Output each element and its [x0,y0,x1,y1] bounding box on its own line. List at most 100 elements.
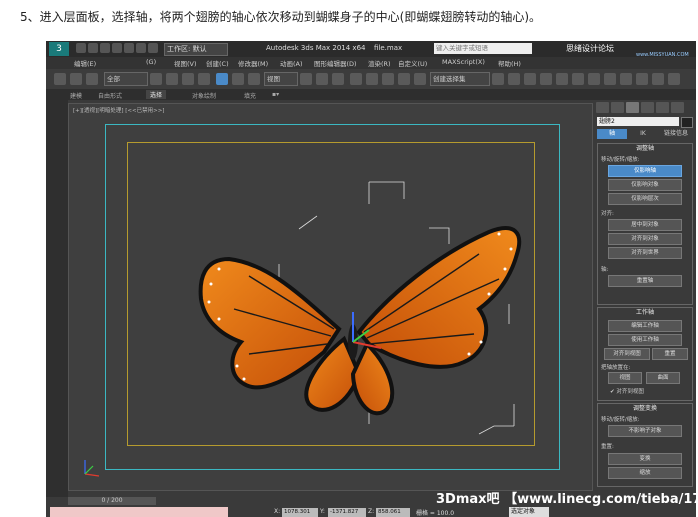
right-forewing[interactable] [356,226,522,369]
save-icon[interactable] [100,43,110,53]
affect-object-only-button[interactable]: 仅影响对象 [608,179,682,191]
link-icon[interactable] [54,73,66,85]
render-production-icon[interactable] [636,73,648,85]
align-to-view-button[interactable]: 对齐到视图 [604,348,650,360]
menu-group[interactable]: (G) [146,58,156,66]
time-slider[interactable]: 0 / 200 [68,497,156,505]
affect-pivot-only-button[interactable]: 仅影响轴 [608,165,682,177]
align-icon[interactable] [508,73,520,85]
working-pivot-title[interactable]: 工作轴 [598,308,692,317]
adjust-pivot-title[interactable]: 调整轴 [598,144,692,153]
mirror-icon[interactable] [492,73,504,85]
edit-named-sets-icon[interactable] [414,73,426,85]
select-rotate-icon[interactable] [232,73,244,85]
hierarchy-tab-icon[interactable] [626,102,639,113]
menu-graph-editors[interactable]: 图形编辑器(D) [314,58,357,68]
curve-editor-icon[interactable] [556,73,568,85]
fetch-icon[interactable] [148,43,158,53]
x-coord-field[interactable]: 1078.301 [282,508,318,517]
menu-maxscript[interactable]: MAXScript(X) [442,58,485,66]
select-move-icon[interactable] [216,73,228,85]
keyboard-shortcut-icon[interactable] [332,73,344,85]
reset-transform-button[interactable]: 变换 [608,453,682,465]
snap-toggle-icon[interactable] [350,73,362,85]
window-crossing-icon[interactable] [198,73,210,85]
reset-scale-button[interactable]: 缩放 [608,467,682,479]
key-filter-dropdown[interactable]: 选定对象 [509,507,549,517]
use-working-pivot-button[interactable]: 使用工作轴 [608,334,682,346]
link-info-subtab[interactable]: 链接信息 [659,129,693,139]
ribbon-tab-freeform[interactable]: 自由形式 [98,91,122,100]
modify-tab-icon[interactable] [611,102,624,113]
menu-rendering[interactable]: 渲染(R) [368,58,391,68]
named-selection-dropdown[interactable]: 创建选择集 [430,72,490,86]
align-to-world-button[interactable]: 对齐到世界 [608,247,682,259]
menu-views[interactable]: 视图(V) [174,58,197,68]
align-to-object-button[interactable]: 对齐到对象 [608,233,682,245]
undo-icon[interactable] [112,43,122,53]
place-surface-button[interactable]: 曲面 [646,372,680,384]
adjust-transform-title[interactable]: 调整变换 [598,404,692,413]
search-input[interactable]: 键入关键字或短语 [434,43,532,54]
percent-snap-icon[interactable] [382,73,394,85]
place-view-button[interactable]: 视图 [608,372,642,384]
reset-pivot-button[interactable]: 重置轴 [608,275,682,287]
ref-coord-dropdown[interactable]: 视图 [264,72,298,86]
bind-spacewarp-icon[interactable] [86,73,98,85]
ribbon-tab-object-paint[interactable]: 对象绘制 [192,91,216,100]
center-to-object-button[interactable]: 居中到对象 [608,219,682,231]
dont-affect-children-button[interactable]: 不影响子对象 [608,425,682,437]
material-editor-icon[interactable] [588,73,600,85]
ribbon-tab-selection[interactable]: 选择 [146,90,167,99]
select-scale-icon[interactable] [248,73,260,85]
select-object-icon[interactable] [150,73,162,85]
pivot-center-icon[interactable] [300,73,312,85]
object-color-swatch[interactable] [681,117,693,128]
hold-icon[interactable] [136,43,146,53]
ribbon-toggle-icon[interactable] [540,73,552,85]
layer-manager-icon[interactable] [524,73,536,85]
new-icon[interactable] [76,43,86,53]
schematic-view-icon[interactable] [572,73,584,85]
align-to-view-checkbox[interactable]: ✔ 对齐到视图 [610,387,644,395]
menu-modifiers[interactable]: 修改器(M) [238,58,268,68]
ribbon-tab-modeling[interactable]: 建模 [70,91,82,100]
rect-selection-icon[interactable] [182,73,194,85]
activeshade-icon[interactable] [668,73,680,85]
selection-filter-dropdown[interactable]: 全部 [104,72,148,86]
render-iterative-icon[interactable] [652,73,664,85]
maxscript-listener[interactable] [50,507,228,517]
pivot-subtab[interactable]: 轴 [597,129,627,139]
redo-icon[interactable] [124,43,134,53]
motion-tab-icon[interactable] [641,102,654,113]
create-tab-icon[interactable] [596,102,609,113]
unlink-icon[interactable] [70,73,82,85]
edit-working-pivot-button[interactable]: 编辑工作轴 [608,320,682,332]
perspective-viewport[interactable]: [+][透视][明暗处理] [<<已禁用>>] [68,103,593,491]
render-setup-icon[interactable] [604,73,616,85]
menu-help[interactable]: 帮助(H) [498,58,521,68]
rendered-frame-icon[interactable] [620,73,632,85]
select-manipulate-icon[interactable] [316,73,328,85]
display-tab-icon[interactable] [656,102,669,113]
menu-customize[interactable]: 自定义(U) [398,58,427,68]
affect-hierarchy-only-button[interactable]: 仅影响层次 [608,193,682,205]
workspace-dropdown[interactable]: 工作区: 默认 [164,43,228,56]
ik-subtab[interactable]: IK [629,129,657,139]
z-coord-field[interactable]: 858.061 [376,508,410,517]
reset-working-pivot-button[interactable]: 重置 [652,348,688,360]
spinner-snap-icon[interactable] [398,73,410,85]
select-by-name-icon[interactable] [166,73,178,85]
ribbon-options-icon[interactable]: ▪▾ [272,91,279,98]
utilities-tab-icon[interactable] [671,102,684,113]
y-coord-field[interactable]: -1371.827 [328,508,366,517]
menu-create[interactable]: 创建(C) [206,58,229,68]
menu-edit[interactable]: 编辑(E) [74,58,96,68]
object-name-field[interactable]: 翅膀2 [597,117,679,126]
ribbon-tab-populate[interactable]: 填充 [244,91,256,100]
angle-snap-icon[interactable] [366,73,378,85]
app-logo[interactable]: 3 [49,42,69,56]
open-icon[interactable] [88,43,98,53]
butterfly-model[interactable] [69,104,592,490]
menu-animation[interactable]: 动画(A) [280,58,303,68]
